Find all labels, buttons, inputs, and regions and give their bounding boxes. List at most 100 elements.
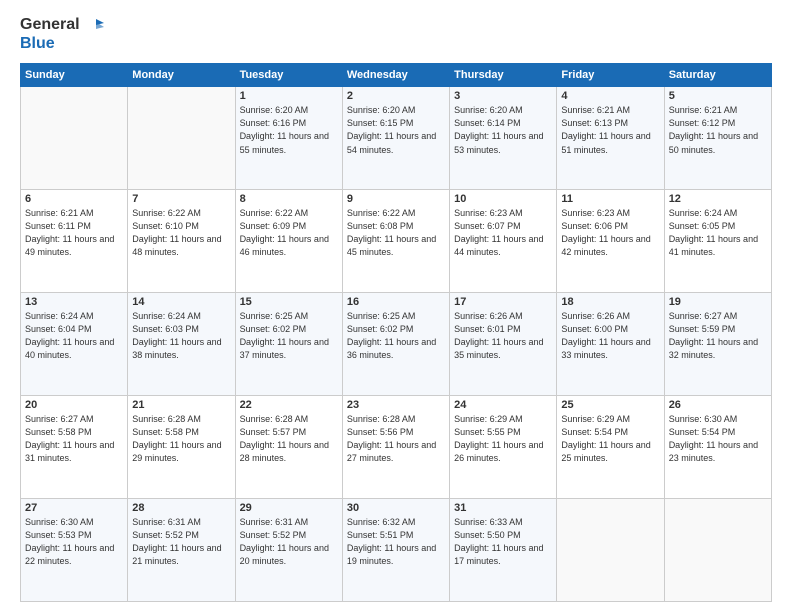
calendar-cell: 30 Sunrise: 6:32 AM Sunset: 5:51 PM Dayli… — [342, 499, 449, 602]
day-number: 11 — [561, 193, 659, 205]
day-number: 21 — [132, 399, 230, 411]
calendar-cell: 22Sunrise: 6:28 AM Sunset: 5:57 PM Dayli… — [235, 396, 342, 499]
calendar-cell — [664, 499, 771, 602]
day-detail: Sunrise: 6:21 AM Sunset: 6:11 PM Dayligh… — [25, 207, 123, 259]
day-number: 27 — [25, 502, 123, 514]
day-detail: Sunrise: 6:22 AM Sunset: 6:09 PM Dayligh… — [240, 207, 338, 259]
day-number: 15 — [240, 296, 338, 308]
calendar-cell: 21Sunrise: 6:28 AM Sunset: 5:58 PM Dayli… — [128, 396, 235, 499]
weekday-header-cell: Sunday — [21, 64, 128, 87]
calendar-week-row: 13 Sunrise: 6:24 AM Sunset: 6:04 PM Dayli… — [21, 293, 772, 396]
day-detail: Sunrise: 6:32 AM Sunset: 5:51 PM Dayligh… — [347, 516, 445, 568]
calendar-cell: 19Sunrise: 6:27 AM Sunset: 5:59 PM Dayli… — [664, 293, 771, 396]
day-detail: Sunrise: 6:31 AM Sunset: 5:52 PM Dayligh… — [132, 516, 230, 568]
day-number: 4 — [561, 90, 659, 102]
day-detail: Sunrise: 6:29 AM Sunset: 5:54 PM Dayligh… — [561, 413, 659, 465]
calendar-cell: 14 Sunrise: 6:24 AM Sunset: 6:03 PM Dayli… — [128, 293, 235, 396]
day-number: 1 — [240, 90, 338, 102]
day-detail: Sunrise: 6:20 AM Sunset: 6:14 PM Dayligh… — [454, 104, 552, 156]
weekday-header-cell: Thursday — [450, 64, 557, 87]
day-number: 14 — [132, 296, 230, 308]
calendar-cell — [21, 87, 128, 190]
calendar-cell: 17Sunrise: 6:26 AM Sunset: 6:01 PM Dayli… — [450, 293, 557, 396]
day-detail: Sunrise: 6:22 AM Sunset: 6:08 PM Dayligh… — [347, 207, 445, 259]
day-detail: Sunrise: 6:26 AM Sunset: 6:01 PM Dayligh… — [454, 310, 552, 362]
day-detail: Sunrise: 6:30 AM Sunset: 5:53 PM Dayligh… — [25, 516, 123, 568]
calendar-week-row: 6 Sunrise: 6:21 AM Sunset: 6:11 PM Daylig… — [21, 190, 772, 293]
day-detail: Sunrise: 6:21 AM Sunset: 6:13 PM Dayligh… — [561, 104, 659, 156]
day-detail: Sunrise: 6:22 AM Sunset: 6:10 PM Dayligh… — [132, 207, 230, 259]
day-number: 13 — [25, 296, 123, 308]
calendar-week-row: 27 Sunrise: 6:30 AM Sunset: 5:53 PM Dayli… — [21, 499, 772, 602]
day-detail: Sunrise: 6:24 AM Sunset: 6:04 PM Dayligh… — [25, 310, 123, 362]
day-number: 30 — [347, 502, 445, 514]
day-detail: Sunrise: 6:30 AM Sunset: 5:54 PM Dayligh… — [669, 413, 767, 465]
day-detail: Sunrise: 6:20 AM Sunset: 6:15 PM Dayligh… — [347, 104, 445, 156]
calendar-week-row: 20Sunrise: 6:27 AM Sunset: 5:58 PM Dayli… — [21, 396, 772, 499]
day-detail: Sunrise: 6:28 AM Sunset: 5:57 PM Dayligh… — [240, 413, 338, 465]
day-detail: Sunrise: 6:27 AM Sunset: 5:59 PM Dayligh… — [669, 310, 767, 362]
calendar-cell: 5Sunrise: 6:21 AM Sunset: 6:12 PM Daylig… — [664, 87, 771, 190]
day-number: 31 — [454, 502, 552, 514]
calendar-cell: 23 Sunrise: 6:28 AM Sunset: 5:56 PM Dayli… — [342, 396, 449, 499]
calendar-cell: 10 Sunrise: 6:23 AM Sunset: 6:07 PM Dayli… — [450, 190, 557, 293]
weekday-header-cell: Wednesday — [342, 64, 449, 87]
calendar-cell: 11 Sunrise: 6:23 AM Sunset: 6:06 PM Dayli… — [557, 190, 664, 293]
day-number: 6 — [25, 193, 123, 205]
weekday-header-row: SundayMondayTuesdayWednesdayThursdayFrid… — [21, 64, 772, 87]
calendar-cell: 24Sunrise: 6:29 AM Sunset: 5:55 PM Dayli… — [450, 396, 557, 499]
calendar-cell: 13 Sunrise: 6:24 AM Sunset: 6:04 PM Dayli… — [21, 293, 128, 396]
day-number: 16 — [347, 296, 445, 308]
day-number: 29 — [240, 502, 338, 514]
calendar-cell: 16Sunrise: 6:25 AM Sunset: 6:02 PM Dayli… — [342, 293, 449, 396]
weekday-header-cell: Saturday — [664, 64, 771, 87]
day-detail: Sunrise: 6:21 AM Sunset: 6:12 PM Dayligh… — [669, 104, 767, 156]
calendar-cell: 25 Sunrise: 6:29 AM Sunset: 5:54 PM Dayli… — [557, 396, 664, 499]
calendar-cell: 7 Sunrise: 6:22 AM Sunset: 6:10 PM Daylig… — [128, 190, 235, 293]
day-detail: Sunrise: 6:31 AM Sunset: 5:52 PM Dayligh… — [240, 516, 338, 568]
day-detail: Sunrise: 6:24 AM Sunset: 6:03 PM Dayligh… — [132, 310, 230, 362]
calendar-cell: 1 Sunrise: 6:20 AM Sunset: 6:16 PM Daylig… — [235, 87, 342, 190]
logo: General Blue — [20, 15, 104, 53]
day-detail: Sunrise: 6:28 AM Sunset: 5:56 PM Dayligh… — [347, 413, 445, 465]
weekday-header-cell: Monday — [128, 64, 235, 87]
day-number: 9 — [347, 193, 445, 205]
calendar-cell: 6 Sunrise: 6:21 AM Sunset: 6:11 PM Daylig… — [21, 190, 128, 293]
calendar-cell: 8 Sunrise: 6:22 AM Sunset: 6:09 PM Daylig… — [235, 190, 342, 293]
logo-bird-icon — [86, 18, 104, 32]
page-header: General Blue — [20, 15, 772, 53]
day-number: 28 — [132, 502, 230, 514]
calendar-cell: 26 Sunrise: 6:30 AM Sunset: 5:54 PM Dayli… — [664, 396, 771, 499]
calendar-cell: 31 Sunrise: 6:33 AM Sunset: 5:50 PM Dayli… — [450, 499, 557, 602]
day-number: 7 — [132, 193, 230, 205]
weekday-header-cell: Tuesday — [235, 64, 342, 87]
day-number: 23 — [347, 399, 445, 411]
day-number: 3 — [454, 90, 552, 102]
calendar-cell — [557, 499, 664, 602]
day-detail: Sunrise: 6:23 AM Sunset: 6:07 PM Dayligh… — [454, 207, 552, 259]
day-number: 8 — [240, 193, 338, 205]
day-detail: Sunrise: 6:23 AM Sunset: 6:06 PM Dayligh… — [561, 207, 659, 259]
weekday-header-cell: Friday — [557, 64, 664, 87]
calendar-week-row: 1 Sunrise: 6:20 AM Sunset: 6:16 PM Daylig… — [21, 87, 772, 190]
day-number: 25 — [561, 399, 659, 411]
day-detail: Sunrise: 6:24 AM Sunset: 6:05 PM Dayligh… — [669, 207, 767, 259]
calendar-cell — [128, 87, 235, 190]
day-number: 20 — [25, 399, 123, 411]
day-detail: Sunrise: 6:20 AM Sunset: 6:16 PM Dayligh… — [240, 104, 338, 156]
calendar-cell: 29 Sunrise: 6:31 AM Sunset: 5:52 PM Dayli… — [235, 499, 342, 602]
calendar-cell: 2 Sunrise: 6:20 AM Sunset: 6:15 PM Daylig… — [342, 87, 449, 190]
calendar-cell: 4 Sunrise: 6:21 AM Sunset: 6:13 PM Daylig… — [557, 87, 664, 190]
calendar-cell: 28 Sunrise: 6:31 AM Sunset: 5:52 PM Dayli… — [128, 499, 235, 602]
calendar-body: 1 Sunrise: 6:20 AM Sunset: 6:16 PM Daylig… — [21, 87, 772, 602]
day-number: 12 — [669, 193, 767, 205]
day-detail: Sunrise: 6:25 AM Sunset: 6:02 PM Dayligh… — [240, 310, 338, 362]
day-number: 18 — [561, 296, 659, 308]
calendar-cell: 3 Sunrise: 6:20 AM Sunset: 6:14 PM Daylig… — [450, 87, 557, 190]
day-number: 2 — [347, 90, 445, 102]
day-number: 10 — [454, 193, 552, 205]
day-number: 26 — [669, 399, 767, 411]
day-number: 24 — [454, 399, 552, 411]
day-detail: Sunrise: 6:33 AM Sunset: 5:50 PM Dayligh… — [454, 516, 552, 568]
calendar-table: SundayMondayTuesdayWednesdayThursdayFrid… — [20, 63, 772, 602]
